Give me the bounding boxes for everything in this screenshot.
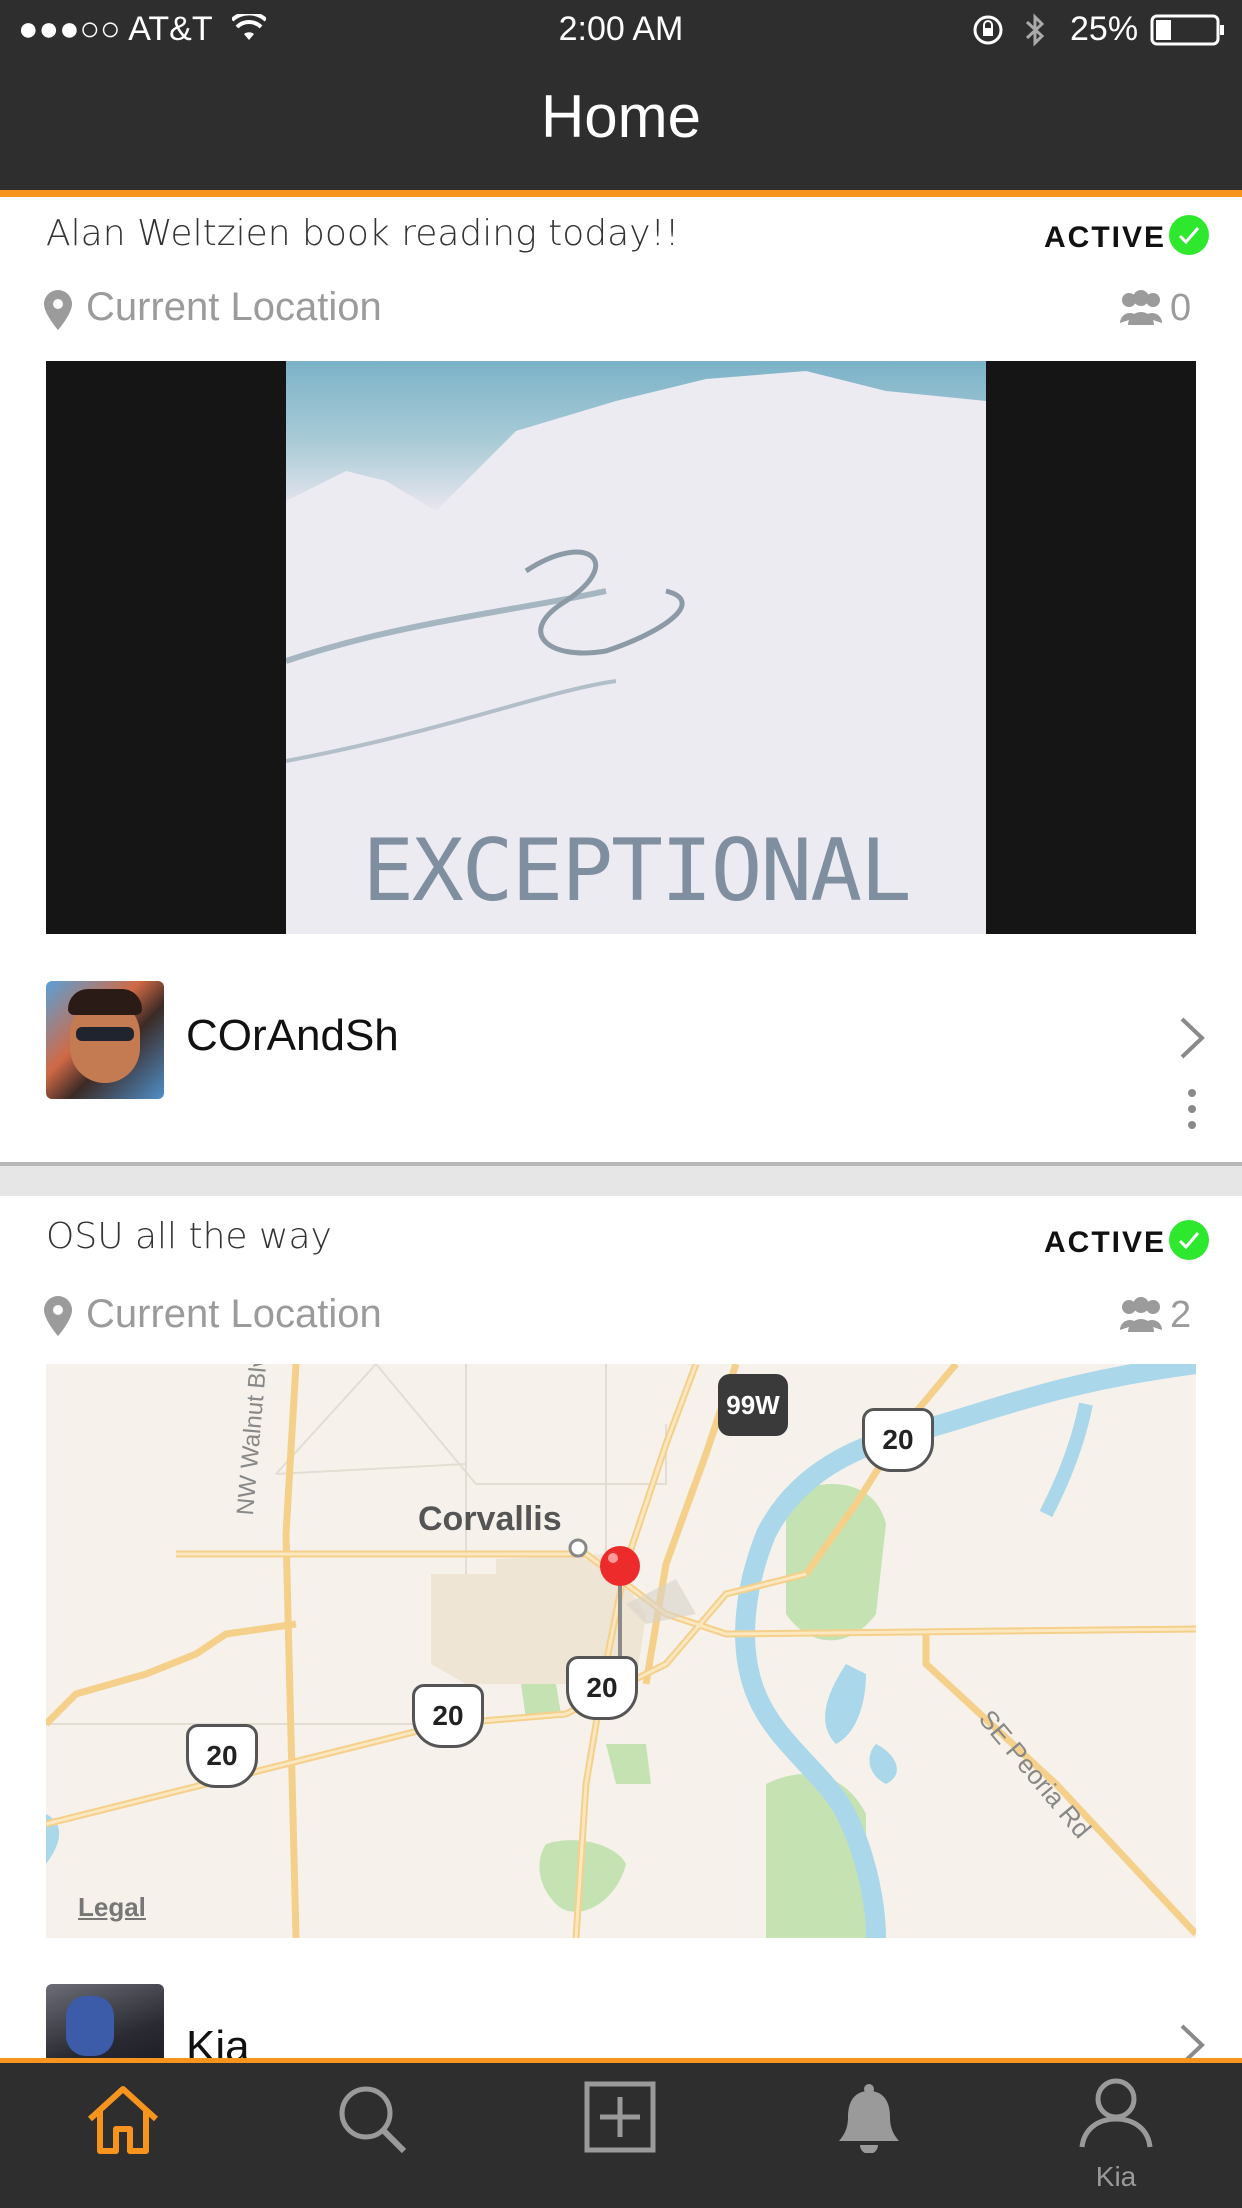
post-card[interactable]: OSU all the way ACTIVE Current Location …	[0, 1196, 1242, 2058]
battery-icon	[1150, 14, 1224, 46]
route-shield-20: 20	[862, 1408, 934, 1472]
cover-text: EXCEPTIONAL	[362, 821, 912, 921]
attendee-count: 0	[1170, 287, 1192, 329]
city-label: Corvallis	[418, 1500, 562, 1538]
post-title: Alan Weltzien book reading today!!	[46, 213, 680, 254]
book-cover: EXCEPTIONAL	[286, 361, 986, 934]
attendee-count: 2	[1170, 1294, 1192, 1336]
post-card[interactable]: Alan Weltzien book reading today!! ACTIV…	[0, 197, 1242, 1165]
status-bar: ●●●○○ AT&T 2:00 AM 25%	[0, 0, 1242, 60]
location-label[interactable]: Current Location	[86, 285, 382, 330]
orientation-lock-icon	[973, 15, 1003, 45]
profile-icon[interactable]	[1078, 2077, 1154, 2149]
avatar-hair	[68, 989, 142, 1015]
search-icon[interactable]	[336, 2083, 408, 2155]
location-label[interactable]: Current Location	[86, 1292, 382, 1337]
battery-percent: 25%	[1070, 10, 1139, 48]
map-legal-link[interactable]: Legal	[78, 1892, 146, 1923]
post-photo[interactable]: EXCEPTIONAL	[46, 361, 1196, 934]
status-badge: ACTIVE	[1044, 221, 1167, 254]
attendees-icon	[1120, 1297, 1162, 1332]
add-post-icon[interactable]	[584, 2081, 656, 2153]
more-options-icon[interactable]	[1186, 1087, 1198, 1131]
post-title: OSU all the way	[46, 1216, 332, 1257]
notifications-bell-icon[interactable]	[836, 2083, 902, 2153]
user-name[interactable]: Kia	[186, 2022, 250, 2058]
page-title: Home	[540, 83, 702, 150]
route-shield-20: 20	[186, 1724, 258, 1788]
route-shield-20: 20	[566, 1656, 638, 1720]
route-shield-99w: 99W	[718, 1374, 788, 1436]
status-badge: ACTIVE	[1044, 1226, 1167, 1259]
tab-bar: Kia	[0, 2063, 1242, 2208]
card-gap	[0, 1166, 1242, 1196]
route-shield-20: 20	[412, 1684, 484, 1748]
bluetooth-icon	[1025, 13, 1045, 47]
clock: 2:00 AM	[558, 10, 684, 48]
header-accent-line	[0, 190, 1242, 197]
location-pin-icon	[44, 290, 72, 330]
chevron-right-icon[interactable]	[1178, 1015, 1206, 1061]
avatar-figure	[66, 1996, 114, 2056]
map-pin-icon[interactable]	[598, 1544, 642, 1656]
avatar-glasses	[76, 1027, 134, 1041]
map-view[interactable]: NW Walnut Blv SE Peoria Rd Corvallis 99W…	[46, 1364, 1196, 1938]
active-check-icon	[1169, 1220, 1209, 1260]
profile-tab-label[interactable]: Kia	[1060, 2161, 1172, 2193]
chevron-right-icon[interactable]	[1178, 2022, 1206, 2058]
active-check-icon	[1169, 215, 1209, 255]
avatar[interactable]	[46, 1984, 164, 2058]
user-name[interactable]: COrAndSh	[186, 1011, 399, 1061]
home-icon[interactable]	[84, 2083, 162, 2155]
avatar[interactable]	[46, 981, 164, 1099]
attendees-icon	[1120, 290, 1162, 325]
location-pin-icon	[44, 1296, 72, 1336]
